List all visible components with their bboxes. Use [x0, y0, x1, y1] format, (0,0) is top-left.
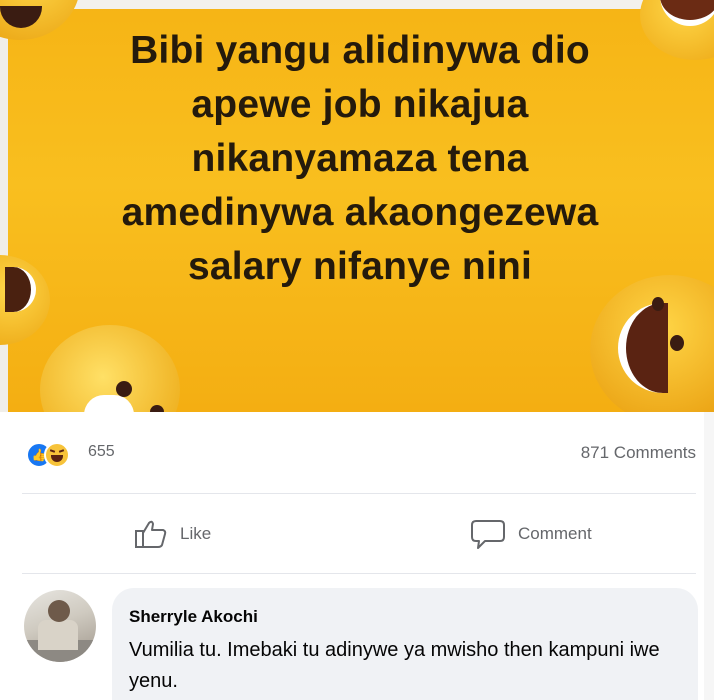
divider: [22, 573, 696, 574]
laughing-emoji-decoration: [40, 325, 180, 412]
comment-text: Vumilia tu. Imebaki tu adinywe ya mwisho…: [129, 639, 660, 692]
comments-count-link[interactable]: 871 Comments: [581, 443, 696, 463]
image-frame: [0, 0, 714, 9]
comment-button[interactable]: Comment: [470, 512, 592, 556]
post-text-line: salary nifanye nini: [187, 245, 533, 288]
avatar[interactable]: [24, 590, 96, 662]
like-button[interactable]: Like: [134, 512, 211, 556]
post-text-line: nikanyamaza tena: [191, 137, 529, 180]
divider: [22, 493, 696, 494]
reaction-icons[interactable]: 👍: [26, 442, 86, 468]
post-text-line: amedinywa akaongezewa: [121, 191, 599, 234]
post-text-line: Bibi yangu alidinywa dio: [130, 29, 590, 72]
haha-icon: [44, 442, 70, 468]
image-frame: [0, 0, 8, 412]
post-text-line: apewe job nikajua: [191, 83, 529, 126]
thumbs-up-icon: [135, 520, 167, 548]
like-label: Like: [180, 524, 212, 543]
post-image[interactable]: Bibi yangu alidinywa dio apewe job nikaj…: [0, 0, 714, 412]
comment-bubble-icon: [471, 520, 505, 549]
post-image-text: Bibi yangu alidinywa dio apewe job nikaj…: [60, 24, 660, 294]
laughing-emoji-decoration: [0, 255, 50, 345]
reaction-count[interactable]: 655: [88, 443, 115, 461]
laughing-emoji-decoration: [590, 275, 714, 412]
comment-label: Comment: [518, 524, 592, 543]
comment-author[interactable]: Sherryle Akochi: [129, 607, 258, 627]
screen-edge: [704, 412, 714, 700]
